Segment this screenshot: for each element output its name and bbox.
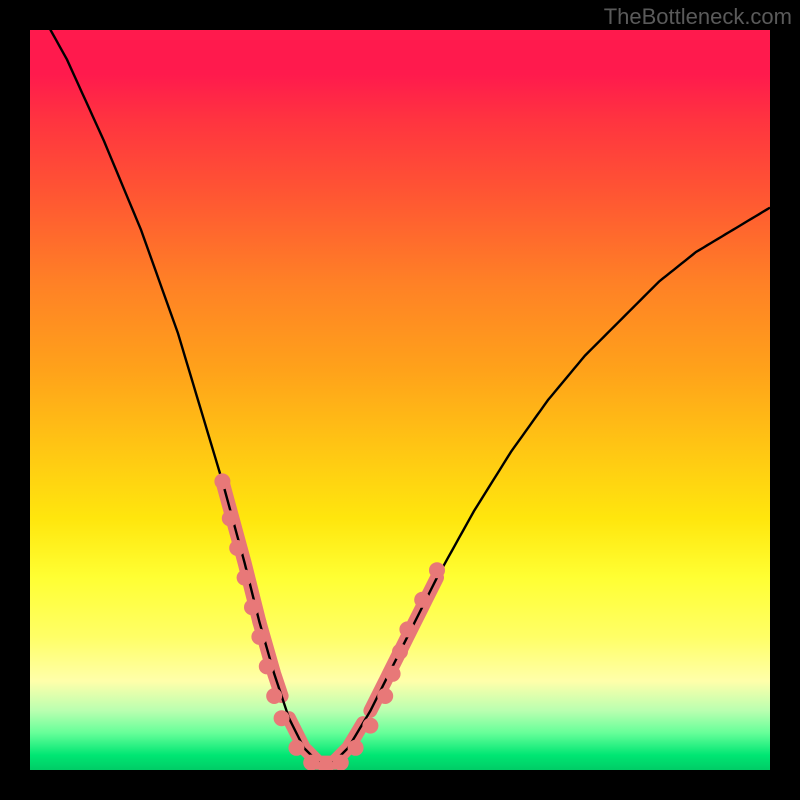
- watermark-text: TheBottleneck.com: [604, 4, 792, 30]
- highlight-marker: [348, 740, 364, 756]
- highlight-marker: [229, 540, 245, 556]
- curve-svg: [30, 30, 770, 770]
- highlight-marker: [385, 666, 401, 682]
- highlight-marker: [333, 755, 349, 770]
- highlight-marker: [266, 688, 282, 704]
- highlight-marker: [392, 644, 408, 660]
- highlight-marker: [399, 621, 415, 637]
- highlight-marker: [274, 710, 290, 726]
- highlight-marker: [237, 570, 253, 586]
- highlight-marker: [222, 510, 238, 526]
- highlight-marker: [259, 658, 275, 674]
- chart-frame: TheBottleneck.com: [0, 0, 800, 800]
- highlight-marker: [414, 592, 430, 608]
- highlight-marker: [251, 629, 267, 645]
- highlight-marker: [214, 473, 230, 489]
- highlight-marker: [288, 740, 304, 756]
- highlight-marker: [303, 755, 319, 770]
- highlight-marker: [377, 688, 393, 704]
- plot-area: [30, 30, 770, 770]
- highlight-marker: [244, 599, 260, 615]
- highlight-marker: [429, 562, 445, 578]
- highlight-marker: [362, 718, 378, 734]
